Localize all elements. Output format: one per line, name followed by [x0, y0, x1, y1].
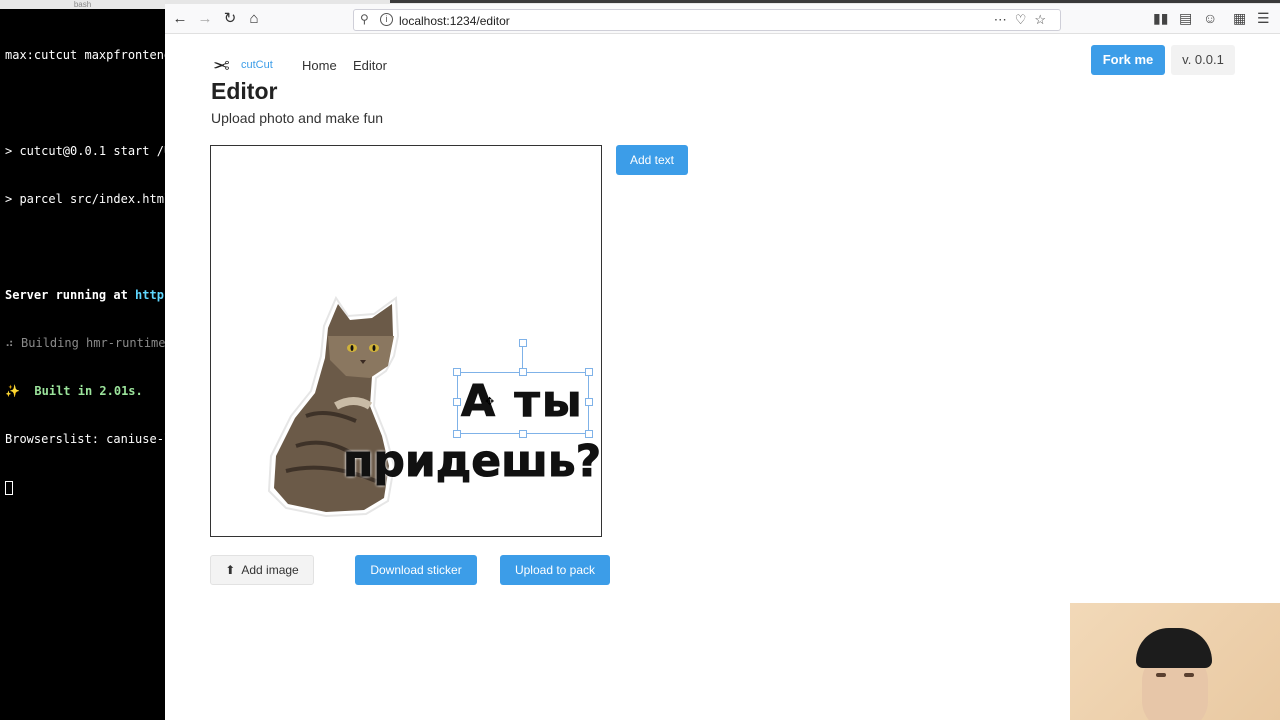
home-icon[interactable]: ⌂ [243, 8, 265, 30]
add-text-button[interactable]: Add text [616, 145, 688, 175]
url-actions: ⋯♡☆ [994, 12, 1054, 28]
menu-icon[interactable]: ☰ [1257, 10, 1270, 27]
terminal-prompt[interactable] [5, 479, 165, 495]
browser-toolbar: ← → ↻ ⌂ ⚲ i localhost:1234/editor ⋯♡☆ ▮▮… [165, 4, 1280, 34]
terminal-line: > parcel src/index.html [5, 192, 165, 206]
presenter-eye [1184, 673, 1194, 677]
bookmark-star-icon[interactable]: ☆ [1034, 12, 1054, 27]
terminal-title: bash [0, 0, 165, 9]
move-cursor-icon: ✥ [485, 396, 495, 408]
download-sticker-button[interactable]: Download sticker [355, 555, 477, 585]
nav-editor-link[interactable]: Editor [353, 58, 387, 73]
library-icon[interactable]: ▮▮ [1153, 10, 1168, 27]
presenter-cap [1136, 628, 1212, 668]
logo-text: cutCut [241, 59, 273, 71]
version-badge: v. 0.0.1 [1171, 45, 1235, 75]
terminal-url[interactable]: http:/ [135, 288, 165, 302]
upload-icon: ⬆ [225, 563, 236, 577]
reload-icon[interactable]: ↻ [219, 8, 241, 30]
terminal-line: Browserslist: caniuse-l [5, 432, 165, 446]
resize-handle-tr[interactable] [585, 368, 593, 376]
url-text[interactable]: localhost:1234/editor [399, 14, 510, 28]
add-image-label: Add image [241, 563, 299, 577]
terminal-line: Server running at http:/ [5, 287, 165, 303]
fork-me-button[interactable]: Fork me [1091, 45, 1165, 75]
info-icon[interactable]: i [380, 13, 393, 26]
resize-handle-tm[interactable] [519, 368, 527, 376]
rotate-handle[interactable] [519, 339, 527, 347]
nav-home-link[interactable]: Home [302, 58, 337, 73]
sticker-text-line-1[interactable]: А ты [461, 376, 584, 428]
url-bar[interactable]: ⚲ i localhost:1234/editor ⋯♡☆ [353, 9, 1061, 31]
terminal-server-text: Server running at [5, 288, 136, 302]
sticker-text-line-2[interactable]: придешь? [342, 436, 601, 488]
terminal-line: ⠴ Building hmr-runtime. [5, 336, 165, 350]
back-icon[interactable]: ← [169, 8, 191, 30]
extensions-icon[interactable]: ▦ [1233, 10, 1246, 27]
terminal-output: max:cutcut maxpfrontend$ > cutcut@0.0.1 … [0, 9, 165, 527]
page-title: Editor [211, 78, 278, 104]
active-tab[interactable] [390, 0, 1280, 3]
add-image-button[interactable]: ⬆ Add image [210, 555, 314, 585]
sticker-canvas[interactable]: А ты придешь? ✥ [210, 145, 602, 537]
page-subtitle: Upload photo and make fun [211, 110, 384, 126]
terminal-line: > cutcut@0.0.1 start /Us [5, 144, 165, 158]
terminal-cursor [5, 480, 13, 495]
resize-handle-ml[interactable] [453, 398, 461, 406]
forward-icon[interactable]: → [194, 8, 216, 30]
webcam-overlay [1070, 603, 1280, 720]
navbar: ✂ cutCut Home Editor Fork me v. 0.0.1 [211, 45, 1235, 85]
scissors-icon: ✂ [213, 53, 230, 75]
resize-handle-tl[interactable] [453, 368, 461, 376]
presenter-eye [1156, 673, 1166, 677]
account-icon[interactable]: ☺ [1203, 10, 1217, 26]
upload-to-pack-button[interactable]: Upload to pack [500, 555, 610, 585]
pocket-icon[interactable]: ♡ [1015, 12, 1035, 27]
shield-icon[interactable]: ⚲ [360, 12, 369, 26]
resize-handle-mr[interactable] [585, 398, 593, 406]
terminal-window: bash max:cutcut maxpfrontend$ > cutcut@0… [0, 0, 165, 720]
sidebar-icon[interactable]: ▤ [1179, 10, 1192, 27]
page-actions-icon[interactable]: ⋯ [994, 12, 1015, 27]
terminal-line: max:cutcut maxpfrontend$ [5, 48, 165, 62]
terminal-line: ✨ Built in 2.01s. [5, 384, 143, 398]
